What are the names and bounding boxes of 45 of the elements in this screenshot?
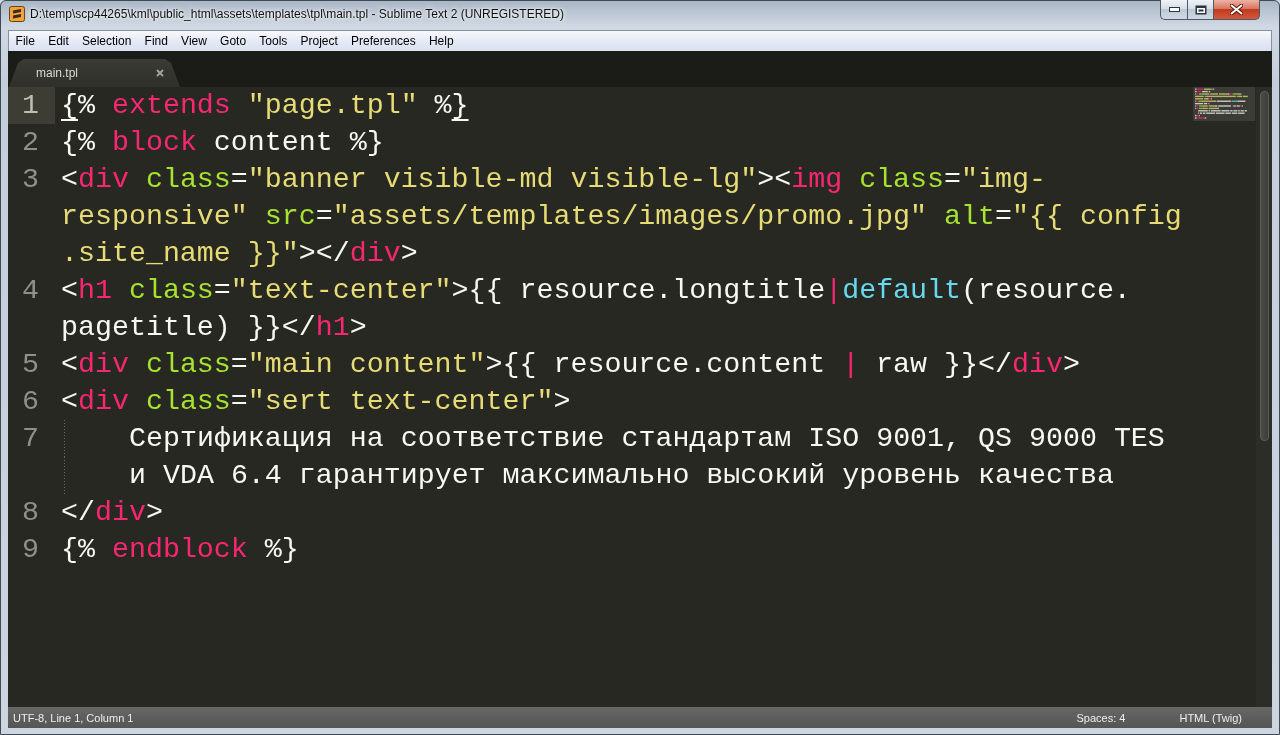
code-line: {% block content %} xyxy=(61,125,384,160)
menu-item[interactable]: Find xyxy=(137,32,175,50)
menu-item[interactable]: File xyxy=(9,32,42,50)
menu-item[interactable]: Help xyxy=(422,32,461,50)
minimap-drawing[interactable] xyxy=(1193,87,1255,121)
line-number: 3 xyxy=(21,162,40,197)
line-number: 2 xyxy=(21,125,40,160)
indentation-selector[interactable]: Spaces: 4 xyxy=(1076,711,1126,724)
menu-item[interactable]: View xyxy=(174,32,214,50)
code-line: </div> xyxy=(61,495,163,530)
code-line: responsive" src="assets/templates/images/promo.jpg" alt="{{ config xyxy=(61,199,1182,234)
tab[interactable]: main.tpl xyxy=(9,59,180,87)
maximize-button[interactable] xyxy=(1187,0,1213,20)
app-icon xyxy=(9,6,25,22)
menu-item[interactable]: Project xyxy=(293,32,345,50)
menu-item[interactable]: Goto xyxy=(213,32,253,50)
menu-item[interactable]: Selection xyxy=(75,32,138,50)
menu-item[interactable]: Tools xyxy=(252,32,294,50)
code-line: {% endblock %} xyxy=(61,532,299,567)
code-line: <div class="banner visible-md visible-lg"><img class="img- xyxy=(61,162,1046,197)
line-number: 4 xyxy=(21,273,40,308)
code-line: <div class="sert text-center"> xyxy=(61,384,571,419)
code-line: {% extends "page.tpl" %} xyxy=(61,88,469,123)
code-line: pagetitle) }}</h1> xyxy=(61,310,367,345)
close-icon xyxy=(1230,4,1243,15)
minimize-button[interactable] xyxy=(1160,0,1187,20)
close-icon[interactable] xyxy=(156,69,164,77)
maximize-icon xyxy=(1194,4,1207,15)
code-line: .site_name }}"></div> xyxy=(61,236,418,271)
code-line: <h1 class="text-center">{{ resource.longtitle|default(resource. xyxy=(61,273,1131,308)
minimize-icon xyxy=(1168,7,1180,12)
cursor-position-text: UTF-8, Line 1, Column 1 xyxy=(13,711,134,724)
scrollbar-thumb[interactable] xyxy=(1259,91,1269,441)
line-number: 6 xyxy=(21,384,40,419)
line-number: 8 xyxy=(21,495,40,530)
line-number: 9 xyxy=(21,532,40,567)
menu-item[interactable]: Edit xyxy=(41,32,76,50)
window-title: D:\temp\scp44265\kml\public_html\assets\templates\tpl\main.tpl - Sublime Text 2 (UNREGISTERED) xyxy=(30,7,564,22)
line-number: 7 xyxy=(21,421,40,456)
line-number: 5 xyxy=(21,347,40,382)
close-button[interactable] xyxy=(1213,0,1260,20)
menu-item[interactable]: Preferences xyxy=(344,32,423,50)
line-number: 1 xyxy=(8,87,55,124)
syntax-selector[interactable]: HTML (Twig) xyxy=(1179,711,1242,724)
code-line: <div class="main content">{{ resource.content | raw }}</div> xyxy=(61,347,1080,382)
